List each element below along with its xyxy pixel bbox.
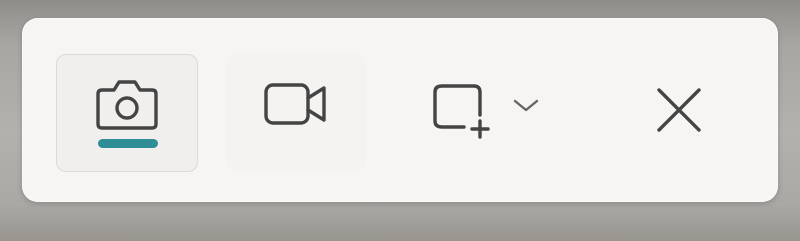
camera-icon xyxy=(94,80,160,132)
video-mode-button[interactable] xyxy=(226,54,366,172)
chevron-down-icon xyxy=(512,97,540,113)
close-button[interactable] xyxy=(642,70,716,150)
close-icon xyxy=(654,85,704,135)
video-camera-icon xyxy=(263,83,329,127)
rectangle-region-icon xyxy=(430,81,496,139)
snipping-toolbar xyxy=(22,18,778,202)
selected-indicator xyxy=(98,139,158,148)
photo-mode-button[interactable] xyxy=(56,54,198,172)
capture-area-dropdown[interactable] xyxy=(410,68,560,148)
